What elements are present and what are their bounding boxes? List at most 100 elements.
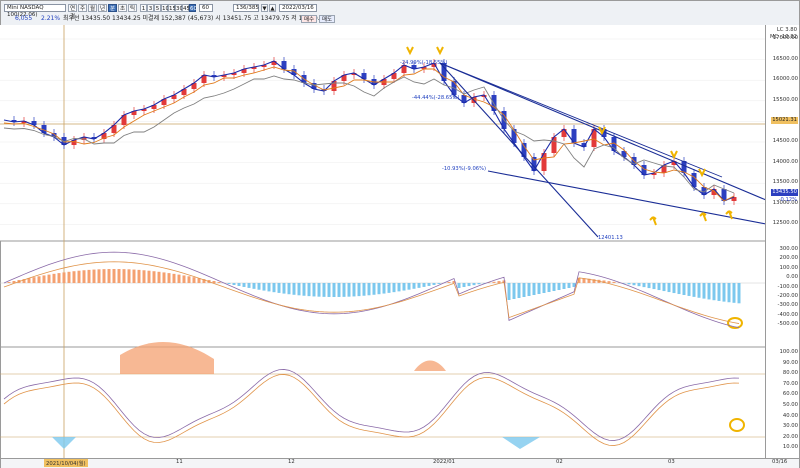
tab-4[interactable]: 분 [108,4,117,12]
row1-extra-1[interactable]: ▲ [269,4,276,12]
macd-bar [612,281,616,283]
x-label-end: 03/16 [772,459,788,465]
toolbar: Mini NASDAQ 100(22.06) 연결 주 월 년 분 초 틱 1 3 5 10 15 3… [1,1,799,26]
macd-bar [717,283,721,301]
tab-5[interactable]: 초 [118,4,127,12]
macd-bar [637,283,641,287]
macd-bar [532,283,536,295]
macd-bar [277,283,281,293]
macd-axis-label: 100.00 [779,264,798,271]
macd-bar [192,277,196,283]
interval-button-60[interactable]: 60 [189,4,197,12]
macd-bar [352,283,356,297]
macd-bar [287,283,291,295]
macd-bar [157,271,161,283]
stoch-axis-label: 90.00 [782,359,798,366]
macd-bar [142,270,146,283]
macd-bar [347,283,351,297]
macd-bar [492,281,496,283]
tab-6[interactable]: 틱 [128,4,137,12]
macd-bar [72,271,76,283]
macd-bar [427,283,431,286]
macd-bar [692,283,696,297]
stoch-k-line [3,369,740,441]
interval-button-45[interactable]: 45 [182,4,190,12]
macd-bar [542,283,546,293]
price-axis-label: 14000.00 [772,158,798,165]
macd-bar [652,283,656,290]
macd-bar [527,283,531,296]
macd-bar [687,283,691,296]
tab-0[interactable]: 연결 [68,4,77,20]
tab-2[interactable]: 월 [88,4,97,12]
macd-bar [662,283,666,292]
price-axis-label: 14500.00 [772,138,798,144]
bottom-annotation: 12401.13 [598,235,623,241]
count-input[interactable]: 136/385 [233,4,259,12]
macd-bar [52,273,56,283]
macd-bar [497,281,501,283]
macd-bar [112,269,116,283]
sell-button[interactable]: 매도 [319,15,335,23]
x-label-jan: 2022/01 [433,459,456,465]
macd-bar [167,273,171,283]
date-input[interactable]: 2022/03/16 [279,4,317,12]
row1-extra-0[interactable]: ▼ [261,4,268,12]
macd-bar [387,283,391,293]
macd-bar [312,283,316,297]
macd-bar [87,269,91,283]
stoch-oversold-fill [52,437,76,449]
last-price-tag: 13435.50 [771,189,798,196]
macd-bar [77,270,81,283]
macd-bar [62,272,66,283]
tab-1[interactable]: 주 [78,4,87,12]
macd-bar [412,283,416,289]
interval-button-10[interactable]: 10 [161,4,169,12]
macd-bar [462,283,466,288]
macd-bar [362,283,366,296]
macd-axis-label: -100.00 [777,283,798,290]
macd-bar [377,283,381,295]
stoch-axis-label: 30.00 [782,423,798,430]
macd-bar [132,269,136,283]
chart-area[interactable] [0,25,766,458]
macd-bar [127,269,131,283]
macd-bar [422,283,426,287]
macd-bar [677,283,681,295]
macd-bar [317,283,321,297]
macd-bar [237,283,241,286]
macd-bar [472,283,476,286]
macd-line [3,251,740,329]
macd-bar [512,283,516,299]
macd-bar [697,283,701,298]
macd-bar [187,276,191,283]
change-pct: 2.21% [41,15,61,22]
macd-axis-label: -300.00 [777,302,798,309]
macd-bar [467,283,471,287]
buy-button[interactable]: 매수 [301,15,317,23]
macd-bar [432,283,436,285]
interval-button-3[interactable]: 3 [147,4,154,12]
price-line: 최우선 13435.50 13434.25 미결제 152,387 (45,67… [63,15,328,22]
price-axis-label: 17000.00 [772,35,798,41]
symbol-input[interactable]: Mini NASDAQ 100(22.06) [4,4,66,18]
macd-bar [607,281,611,283]
interval-button-15[interactable]: 15 [168,4,176,12]
price-axis-label: 16000.00 [772,76,798,83]
interval-button-5[interactable]: 5 [154,4,161,12]
macd-bar [402,283,406,291]
interval-input[interactable]: 60 [199,4,213,12]
macd-axis-label: 0.00 [786,274,798,281]
macd-bar [117,269,121,283]
interval-button-1[interactable]: 1 [140,4,147,12]
macd-bar [547,283,551,292]
macd-bar [367,283,371,296]
macd-bar [332,283,336,297]
tab-3[interactable]: 년 [98,4,107,12]
interval-button-30[interactable]: 30 [175,4,183,12]
macd-bar [672,283,676,294]
stoch-oversold-fill [502,437,540,449]
x-label-mar: 03 [668,459,675,465]
macd-bar [172,273,176,283]
macd-bar [712,283,716,301]
